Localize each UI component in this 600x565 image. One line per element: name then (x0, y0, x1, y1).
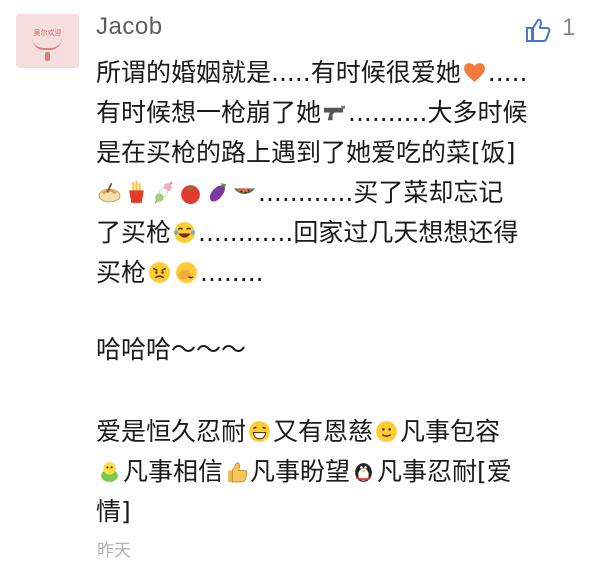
comment-line-9: 凡事相信 凡事盼望 凡事忍耐[爱 (96, 457, 512, 487)
comment-text: 是在买枪的路上遇到了她爱吃的菜[饭] (96, 138, 516, 167)
watermelon-icon (232, 180, 257, 205)
frog-icon (97, 459, 122, 484)
eggplant-icon (205, 180, 230, 205)
comment-text: 爱是恒久忍耐 (96, 417, 247, 446)
comment-line-2: 有时候想一枪崩了她 ..........大多时候 (96, 98, 527, 128)
comment-text: 凡事相信 (123, 457, 224, 486)
comment-text: 凡事包容 (400, 417, 501, 446)
angry-icon (147, 260, 172, 285)
comment-text: 了买枪 (96, 218, 172, 247)
comment-text: 凡事盼望 (250, 457, 351, 486)
comment-line-5: 了买枪 ............回家过几天想想还得 (96, 218, 518, 248)
comment-line-1: 所谓的婚姻就是.....有时候很爱她..... (96, 58, 527, 88)
comment-text: ............回家过几天想想还得 (198, 218, 519, 247)
comment-text: 所谓的婚姻就是.....有时候很爱她 (96, 58, 461, 87)
comment-line-4: ............买了菜却忘记 (96, 178, 503, 208)
comment-text: 又有恩慈 (273, 417, 374, 446)
face-palm-icon (174, 260, 199, 285)
comment-text: 哈哈哈～～～ (96, 335, 247, 364)
heart-icon (462, 60, 487, 85)
fries-icon (124, 180, 149, 205)
noodle-icon (97, 180, 122, 205)
penguin-icon (351, 459, 376, 484)
username[interactable]: Jacob (96, 13, 163, 41)
thumb-emoji-icon (224, 459, 249, 484)
comment-line-7: 哈哈哈～～～ (96, 335, 246, 365)
comment-text: ..... (487, 58, 528, 87)
comment-line-10: 情] (96, 497, 131, 527)
comment-text: ..........大多时候 (348, 98, 528, 127)
like-count: 1 (562, 14, 576, 41)
smile-icon (374, 419, 399, 444)
comment-text: ............买了菜却忘记 (258, 178, 504, 207)
comment-text: 买枪 (96, 258, 147, 287)
timestamp: 昨天 (97, 541, 131, 561)
comment-text: 有时候想一枪崩了她 (96, 98, 322, 127)
dango-icon (151, 180, 176, 205)
comment-text: ........ (200, 258, 264, 287)
avatar-ribbon (32, 38, 62, 50)
grin-icon (247, 419, 272, 444)
thumbs-up-icon[interactable] (524, 16, 552, 44)
comment-line-6: 买枪........ (96, 258, 264, 288)
laugh-cry-icon (172, 220, 197, 245)
avatar-text: 吴尔欢迎 (33, 29, 62, 37)
comment-line-8: 爱是恒久忍耐 又有恩慈 凡事包容 (96, 417, 500, 447)
avatar[interactable]: 吴尔欢迎 (16, 14, 79, 68)
tomato-icon (178, 180, 203, 205)
comment-text: 凡事忍耐[爱 (377, 457, 512, 486)
comment-text: 情] (96, 497, 131, 526)
comment-line-3: 是在买枪的路上遇到了她爱吃的菜[饭] (96, 138, 516, 168)
avatar-dot (45, 52, 50, 61)
pistol-icon (322, 100, 347, 125)
